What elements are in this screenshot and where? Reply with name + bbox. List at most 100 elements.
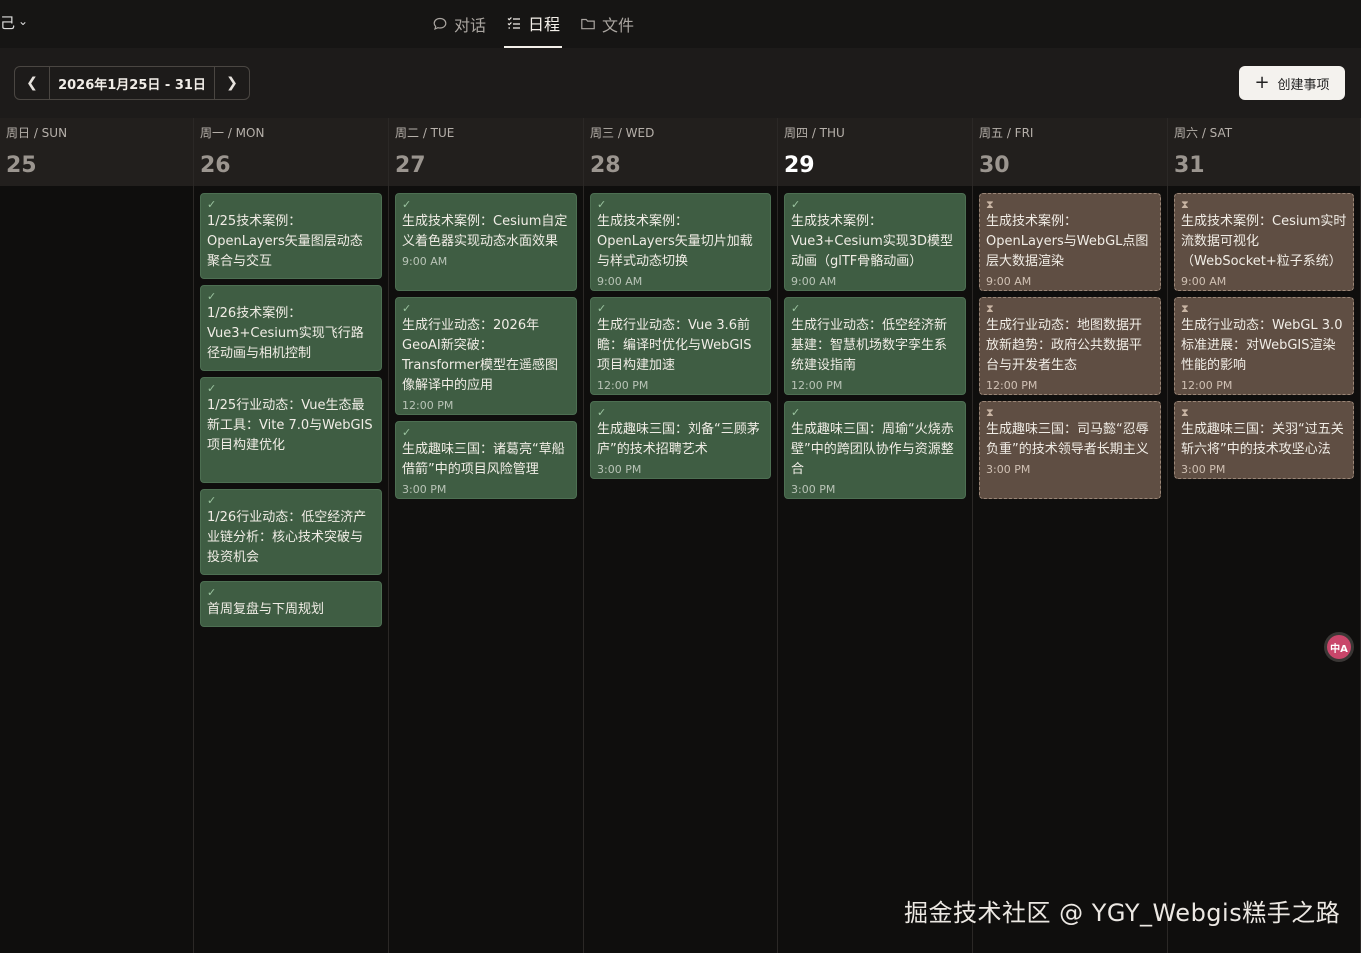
event-title: 生成行业动态：地图数据开放新趋势：政府公共数据平台与开发者生态 [986,318,1143,373]
day-body[interactable]: ✓ 1/25技术案例：OpenLayers矢量图层动态聚合与交互 ✓ 1/26技术案例… [194,186,388,953]
day-header: 周五 / FRI 30 [973,118,1167,186]
event-card[interactable]: ✓ 生成技术案例：Vue3+Cesium实现3D模型动画（glTF骨骼动画） 9:0… [784,193,966,291]
event-title: 生成趣味三国：司马懿“忍辱负重”的技术领导者长期主义 [986,422,1149,457]
hourglass-icon: ⧗ [1181,198,1189,211]
date-range-label: 2026年1月25日 - 31日 [58,77,206,93]
create-item-button[interactable]: + 创建事项 [1239,66,1345,100]
event-card[interactable]: ✓ 首周复盘与下周规划 [200,581,382,627]
event-card[interactable]: ✓ 1/26技术案例：Vue3+Cesium实现飞行路径动画与相机控制 [200,285,382,371]
event-title: 生成技术案例：OpenLayers矢量切片加载与样式动态切换 [597,214,753,269]
tab-chat-label: 对话 [454,16,487,35]
hourglass-icon: ⧗ [1181,406,1189,419]
day-header: 周一 / MON 26 [194,118,388,186]
calendar-toolbar: ❮ 2026年1月25日 - 31日 ❯ + 创建事项 [0,48,1361,118]
day-header: 周日 / SUN 25 [0,118,193,186]
check-circle-icon: ✓ [207,198,217,211]
day-number: 27 [395,153,426,178]
plus-icon: + [1254,72,1270,93]
hourglass-icon: ⧗ [986,302,994,315]
day-column[interactable]: 周六 / SAT 31 ⧗ 生成技术案例：Cesium实时流数据可视化（WebSock… [1168,118,1361,953]
hourglass-icon: ⧗ [986,406,994,419]
week-calendar: 周日 / SUN 25 周一 / MON 26 ✓ 1/25技术案例：OpenLayers… [0,118,1361,953]
day-column[interactable]: 周五 / FRI 30 ⧗ 生成技术案例：OpenLayers与WebGL点图层大数据… [973,118,1168,953]
checklist-icon [507,17,521,29]
event-card[interactable]: ⧗ 生成行业动态：WebGL 3.0标准进展：对WebGIS渲染性能的影响 12:0… [1174,297,1354,395]
day-body[interactable]: ✓ 生成技术案例：Cesium自定义着色器实现动态水面效果 9:00 AM ✓ 生成行业… [389,186,583,953]
date-range-navigator: ❮ 2026年1月25日 - 31日 ❯ [14,66,250,100]
check-circle-icon: ✓ [402,198,412,211]
check-circle-icon: ✓ [791,198,801,211]
workspace-name-fragment[interactable]: 己 [0,12,15,33]
event-title: 生成趣味三国：刘备“三顾茅庐”的技术招聘艺术 [597,422,760,457]
event-time: 9:00 AM [402,255,448,268]
translate-icon: 中A [1327,635,1351,659]
day-number: 30 [979,153,1010,178]
event-title: 生成行业动态：低空经济新基建：智慧机场数字孪生系统建设指南 [791,318,948,373]
event-card[interactable]: ⧗ 生成趣味三国：司马懿“忍辱负重”的技术领导者长期主义 3:00 PM [979,401,1161,499]
event-time: 12:00 PM [402,399,454,412]
day-column[interactable]: 周二 / TUE 27 ✓ 生成技术案例：Cesium自定义着色器实现动态水面效果 9:… [389,118,584,953]
day-body[interactable]: ⧗ 生成技术案例：OpenLayers与WebGL点图层大数据渲染 9:00 AM ⧗… [973,186,1167,953]
check-circle-icon: ✓ [207,586,217,599]
day-body[interactable]: ⧗ 生成技术案例：Cesium实时流数据可视化（WebSocket+粒子系统） 9:… [1168,186,1360,953]
event-card[interactable]: ✓ 1/26行业动态：低空经济产业链分析：核心技术突破与投资机会 [200,489,382,575]
day-header: 周二 / TUE 27 [389,118,583,186]
day-header: 周四 / THU 29 [778,118,972,186]
event-time: 3:00 PM [1181,463,1226,476]
chat-bubble-icon [433,17,447,31]
day-number: 25 [6,153,37,178]
translate-badge[interactable]: 中A [1324,632,1354,662]
event-card[interactable]: ✓ 生成行业动态：Vue 3.6前瞻：编译时优化与WebGIS项目构建加速 12:0… [590,297,771,395]
event-card[interactable]: ✓ 生成趣味三国：周瑜“火烧赤壁”中的跨团队协作与资源整合 3:00 PM [784,401,966,499]
prev-week-button[interactable]: ❮ [15,67,50,99]
check-circle-icon: ✓ [791,302,801,315]
tab-files[interactable]: 文件 [578,0,636,48]
day-body[interactable]: ✓ 生成技术案例：OpenLayers矢量切片加载与样式动态切换 9:00 AM ✓ 生… [584,186,777,953]
next-week-button[interactable]: ❯ [214,67,249,99]
day-header: 周三 / WED 28 [584,118,777,186]
tab-schedule[interactable]: 日程 [504,0,563,48]
day-name: 周二 / TUE [395,126,455,140]
event-time: 9:00 AM [791,275,837,288]
event-card[interactable]: ✓ 生成趣味三国：刘备“三顾茅庐”的技术招聘艺术 3:00 PM [590,401,771,479]
tab-files-label: 文件 [602,16,635,35]
day-body[interactable]: ✓ 生成技术案例：Vue3+Cesium实现3D模型动画（glTF骨骼动画） 9:0… [778,186,972,953]
event-card[interactable]: ⧗ 生成技术案例：Cesium实时流数据可视化（WebSocket+粒子系统） 9:… [1174,193,1354,291]
day-column[interactable]: 周一 / MON 26 ✓ 1/25技术案例：OpenLayers矢量图层动态聚合与交… [194,118,389,953]
event-card[interactable]: ✓ 生成行业动态：低空经济新基建：智慧机场数字孪生系统建设指南 12:00 PM [784,297,966,395]
day-name: 周一 / MON [200,126,265,140]
tab-schedule-label: 日程 [528,15,561,34]
day-column[interactable]: 周日 / SUN 25 [0,118,194,953]
event-time: 12:00 PM [791,379,843,392]
day-body[interactable] [0,186,193,953]
event-card[interactable]: ⧗ 生成趣味三国：关羽“过五关斩六将”中的技术攻坚心法 3:00 PM [1174,401,1354,479]
day-number: 28 [590,153,621,178]
event-card[interactable]: ✓ 1/25技术案例：OpenLayers矢量图层动态聚合与交互 [200,193,382,279]
event-title: 1/25技术案例：OpenLayers矢量图层动态聚合与交互 [207,214,363,269]
event-title: 生成行业动态：2026年GeoAI新突破：Transformer模型在遥感图像解… [402,318,559,393]
event-title: 生成技术案例：Cesium实时流数据可视化（WebSocket+粒子系统） [1181,214,1347,269]
event-title: 生成技术案例：Cesium自定义着色器实现动态水面效果 [402,214,568,249]
tab-chat[interactable]: 对话 [430,0,488,48]
event-title: 1/26技术案例：Vue3+Cesium实现飞行路径动画与相机控制 [207,306,364,361]
event-card[interactable]: ✓ 生成技术案例：Cesium自定义着色器实现动态水面效果 9:00 AM [395,193,577,291]
day-name: 周五 / FRI [979,126,1034,140]
event-card[interactable]: ✓ 生成行业动态：2026年GeoAI新突破：Transformer模型在遥感图像… [395,297,577,415]
event-title: 1/25行业动态：Vue生态最新工具：Vite 7.0与WebGIS项目构建优化 [207,398,373,453]
event-card[interactable]: ✓ 生成趣味三国：诸葛亮“草船借箭”中的项目风险管理 3:00 PM [395,421,577,499]
event-time: 9:00 AM [597,275,643,288]
event-card[interactable]: ✓ 1/25行业动态：Vue生态最新工具：Vite 7.0与WebGIS项目构建优… [200,377,382,483]
event-title: 生成趣味三国：诸葛亮“草船借箭”中的项目风险管理 [402,442,565,477]
check-circle-icon: ✓ [402,302,412,315]
event-title: 生成行业动态：WebGL 3.0标准进展：对WebGIS渲染性能的影响 [1181,318,1343,373]
event-title: 1/26行业动态：低空经济产业链分析：核心技术突破与投资机会 [207,510,367,565]
day-name: 周日 / SUN [6,126,68,140]
day-column[interactable]: 周三 / WED 28 ✓ 生成技术案例：OpenLayers矢量切片加载与样式动态切… [584,118,778,953]
event-time: 12:00 PM [1181,379,1233,392]
event-title: 生成技术案例：OpenLayers与WebGL点图层大数据渲染 [986,214,1149,269]
chevron-down-icon[interactable]: ⌄ [18,14,28,28]
event-card[interactable]: ✓ 生成技术案例：OpenLayers矢量切片加载与样式动态切换 9:00 AM [590,193,771,291]
event-card[interactable]: ⧗ 生成技术案例：OpenLayers与WebGL点图层大数据渲染 9:00 AM [979,193,1161,291]
event-card[interactable]: ⧗ 生成行业动态：地图数据开放新趋势：政府公共数据平台与开发者生态 12:00 PM [979,297,1161,395]
day-column[interactable]: 周四 / THU 29 ✓ 生成技术案例：Vue3+Cesium实现3D模型动画（gl… [778,118,973,953]
